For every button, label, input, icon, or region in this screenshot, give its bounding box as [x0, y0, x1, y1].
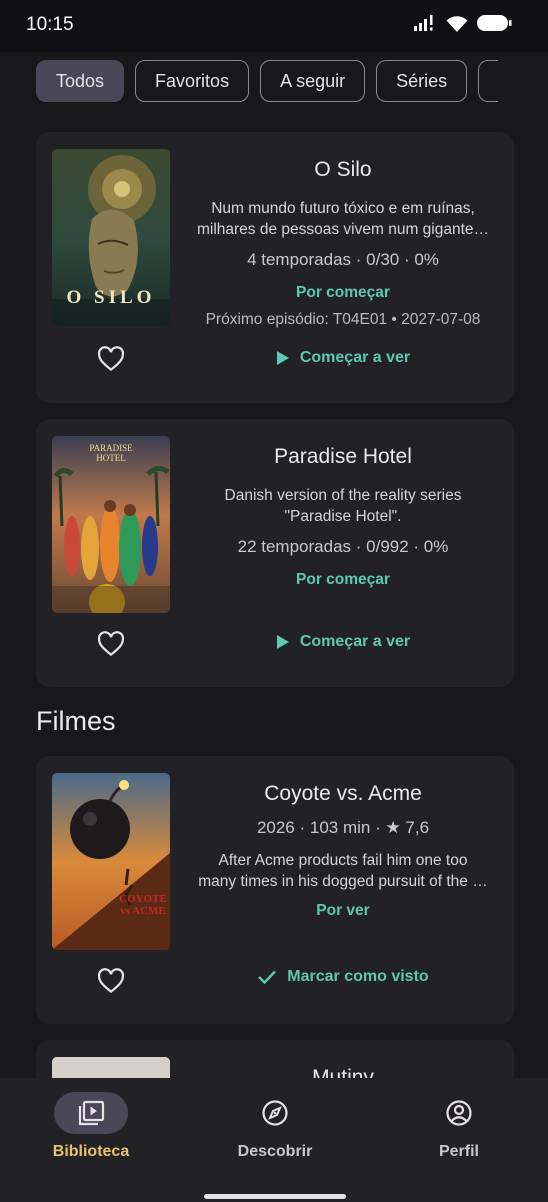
movie-description: many times in his dogged pursuit of the … — [198, 873, 488, 890]
movie-title: Coyote vs. Acme — [264, 782, 422, 805]
nav-indicator — [54, 1092, 128, 1134]
status-time: 10:15 — [26, 14, 74, 35]
series-stats: 22 temporadas · 0/992 · 0% — [237, 537, 449, 556]
signal-icon — [414, 15, 433, 31]
series-card[interactable]: O SILO O Silo Num mundo futuro tóxico e … — [36, 132, 514, 403]
poster-o-silo[interactable]: O SILO — [52, 149, 170, 326]
chip-series[interactable]: Séries — [376, 60, 468, 102]
chip-label: A seguir — [280, 70, 346, 91]
movie-title: Mutiny — [312, 1066, 374, 1078]
status-icons — [414, 14, 512, 32]
profile-icon — [446, 1100, 472, 1126]
heart-icon[interactable] — [96, 629, 126, 659]
nav-label: Perfil — [438, 1143, 479, 1160]
play-icon — [276, 635, 289, 649]
library-icon — [78, 1100, 105, 1126]
library-screen: Todos Favoritos A seguir Séries O SILO O… — [0, 52, 548, 1078]
next-episode: Próximo episódio: T04E01 • 2027-07-08 — [205, 311, 481, 328]
status-bar: 10:15 — [0, 0, 548, 52]
poster-paradise-hotel[interactable]: PARADISE HOTEL — [52, 436, 170, 613]
action-label: Começar a ver — [299, 349, 411, 366]
poster-art — [52, 1057, 170, 1078]
poster-title: O SILO — [66, 287, 156, 308]
movie-card[interactable]: COYOTE vs ACME Coyote vs. Acme 2026 · 10… — [36, 756, 514, 1024]
heart-icon[interactable] — [96, 966, 126, 996]
series-stats: 4 temporadas · 0/30 · 0% — [247, 250, 439, 269]
series-description: "Paradise Hotel". — [284, 508, 402, 525]
chip-favoritos[interactable]: Favoritos — [135, 60, 250, 102]
start-watching-button[interactable]: Começar a ver — [186, 633, 500, 651]
nav-perfil[interactable]: Perfil — [389, 1092, 529, 1161]
compass-icon — [262, 1100, 288, 1126]
battery-icon — [477, 15, 512, 31]
filter-chips: Todos Favoritos A seguir Séries — [36, 60, 499, 102]
poster-art — [52, 773, 170, 950]
series-status: Por começar — [296, 571, 390, 588]
series-description: Danish version of the reality series — [224, 487, 462, 504]
movie-card[interactable]: Mutiny — [36, 1040, 514, 1078]
series-status: Por começar — [296, 284, 390, 301]
nav-label: Descobrir — [237, 1143, 313, 1160]
nav-indicator — [238, 1092, 312, 1134]
chip-overflow[interactable] — [478, 60, 499, 102]
nav-biblioteca[interactable]: Biblioteca — [21, 1092, 161, 1161]
chip-todos[interactable]: Todos — [36, 60, 125, 102]
movie-status: Por ver — [316, 902, 370, 919]
movie-description: After Acme products fail him one too — [218, 852, 468, 869]
chip-label: Séries — [396, 70, 448, 91]
series-description: milhares de pessoas vivem num gigante… — [196, 221, 490, 238]
poster-title: PARADISE HOTEL — [89, 443, 133, 463]
start-watching-button[interactable]: Começar a ver — [186, 349, 500, 367]
nav-label: Biblioteca — [52, 1143, 130, 1160]
series-info: Paradise Hotel Danish version of the rea… — [186, 445, 500, 589]
section-title-filmes: Filmes — [36, 706, 116, 736]
chip-label: Todos — [56, 70, 105, 91]
play-icon — [276, 351, 289, 365]
action-label: Começar a ver — [299, 633, 411, 650]
poster-mutiny[interactable] — [52, 1057, 170, 1078]
series-card[interactable]: PARADISE HOTEL Paradise Hotel Danish ver… — [36, 419, 514, 687]
action-label: Marcar como visto — [287, 968, 429, 985]
series-info: O Silo Num mundo futuro tóxico e em ruín… — [186, 158, 500, 329]
bottom-navigation: Biblioteca Descobrir Perfil — [0, 1078, 548, 1202]
mark-as-watched-button[interactable]: Marcar como visto — [186, 968, 500, 986]
series-description: Num mundo futuro tóxico e em ruínas, — [211, 200, 475, 217]
home-indicator[interactable] — [204, 1194, 346, 1199]
movie-meta: 2026 · 103 min · ★ 7,6 — [256, 818, 430, 837]
poster-title: COYOTE vs ACME — [119, 893, 167, 917]
poster-coyote-vs-acme[interactable]: COYOTE vs ACME — [52, 773, 170, 950]
chip-a-seguir[interactable]: A seguir — [260, 60, 366, 102]
chip-label: Favoritos — [155, 70, 230, 91]
nav-descobrir[interactable]: Descobrir — [205, 1092, 345, 1161]
movie-info: Coyote vs. Acme 2026 · 103 min · ★ 7,6 A… — [186, 782, 500, 920]
nav-indicator — [422, 1092, 496, 1134]
movie-info: Mutiny — [186, 1066, 500, 1078]
series-title: Paradise Hotel — [274, 445, 412, 468]
check-icon — [258, 970, 277, 985]
series-title: O Silo — [314, 158, 372, 181]
wifi-icon — [446, 15, 468, 32]
heart-icon[interactable] — [96, 344, 126, 374]
